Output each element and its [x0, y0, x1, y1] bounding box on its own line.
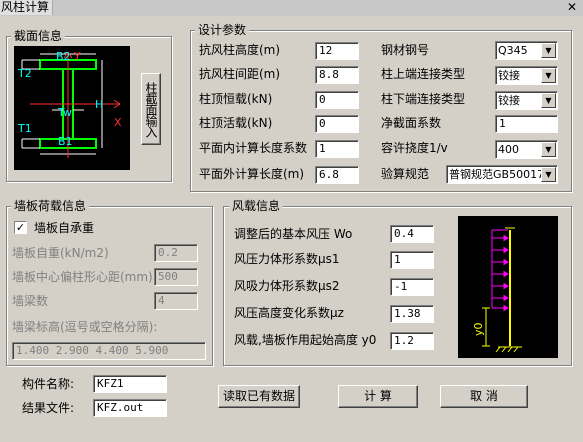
- top-connection-value: 铰接: [498, 69, 520, 82]
- chevron-down-icon[interactable]: ▼: [541, 43, 556, 58]
- column-spacing-label: 抗风柱间距(m): [199, 67, 281, 81]
- steel-grade-value: Q345: [498, 44, 528, 57]
- dim-t1: T1: [17, 122, 32, 135]
- shape-coef-suction-input[interactable]: -1: [390, 278, 434, 296]
- shape-coef-pressure-input[interactable]: 1: [390, 251, 434, 269]
- out-plane-length-label: 平面外计算长度(m): [199, 167, 305, 181]
- out-plane-length-input[interactable]: 6.8: [315, 166, 359, 184]
- member-name-label: 构件名称:: [22, 377, 75, 391]
- chevron-down-icon[interactable]: ▼: [541, 68, 556, 83]
- bottom-connection-value: 铰接: [498, 94, 520, 107]
- self-bearing-label: 墙板自承重: [34, 221, 95, 235]
- wind-pressure-label: 调整后的基本风压 Wo: [234, 227, 353, 241]
- net-section-input[interactable]: 1: [495, 115, 558, 133]
- dim-h: H: [95, 98, 103, 111]
- in-plane-length-input[interactable]: 1: [315, 140, 359, 158]
- chevron-down-icon[interactable]: ▼: [541, 167, 556, 182]
- steel-grade-select[interactable]: Q345 ▼: [495, 41, 558, 60]
- i-beam-diagram: B2 T2 Tw T1 B1 H X Y: [17, 50, 122, 158]
- section-diagram: B2 T2 Tw T1 B1 H X Y: [14, 46, 130, 170]
- start-height-input[interactable]: 1.2: [390, 332, 434, 350]
- title-bar: [0, 0, 583, 16]
- deflection-value: 400: [498, 143, 519, 156]
- top-connection-label: 柱上端连接类型: [381, 67, 466, 81]
- calculate-button[interactable]: 计 算: [338, 385, 418, 408]
- wall-beam-count-label: 墙梁数: [12, 294, 49, 308]
- shape-coef-suction-label: 风吸力体形系数μs2: [234, 279, 340, 293]
- wind-load-diagram: y0: [472, 227, 522, 353]
- result-file-input[interactable]: KFZ.out: [93, 399, 167, 417]
- dead-load-input[interactable]: 0: [315, 91, 359, 109]
- chevron-down-icon[interactable]: ▼: [541, 142, 556, 157]
- column-spacing-input[interactable]: 8.8: [315, 66, 359, 84]
- wind-diagram: y0: [458, 216, 558, 358]
- wall-beam-count-input[interactable]: 4: [154, 292, 198, 310]
- start-height-label: 风载,墙板作用起始高度 y0: [234, 333, 377, 347]
- close-icon[interactable]: ✕: [567, 0, 577, 15]
- dim-b1: B1: [58, 135, 73, 148]
- spec-select[interactable]: 普钢规范GB50017 ▼: [446, 165, 558, 184]
- column-height-label: 抗风柱高度(m): [199, 43, 281, 57]
- chevron-down-icon[interactable]: ▼: [541, 93, 556, 108]
- section-legend: 截面信息: [11, 29, 66, 43]
- result-file-label: 结果文件:: [22, 401, 75, 415]
- top-connection-select[interactable]: 铰接 ▼: [495, 66, 558, 85]
- spec-value: 普钢规范GB50017: [449, 168, 545, 181]
- wall-weight-label: 墙板自重(kN/m2): [12, 246, 109, 260]
- deflection-label: 容许挠度1/v: [381, 141, 448, 155]
- dim-t2: T2: [17, 67, 32, 80]
- y0-label: y0: [472, 322, 485, 336]
- self-bearing-checkbox[interactable]: ✓: [14, 221, 27, 234]
- axis-x: X: [114, 116, 122, 129]
- member-name-input[interactable]: KFZ1: [93, 375, 167, 393]
- window-title: 风柱计算: [0, 0, 54, 15]
- shape-coef-pressure-label: 风压力体形系数μs1: [234, 252, 340, 266]
- dim-tw: Tw: [57, 106, 72, 119]
- wind-pressure-input[interactable]: 0.4: [390, 225, 434, 243]
- wall-elev-input[interactable]: 1.400 2.900 4.400 5.900: [12, 342, 206, 360]
- wind-legend: 风载信息: [229, 199, 284, 213]
- wall-offset-label: 墙板中心偏柱形心距(mm): [12, 270, 153, 284]
- live-load-label: 柱顶活载(kN): [199, 116, 273, 130]
- wall-offset-input[interactable]: 500: [154, 268, 198, 286]
- read-data-button[interactable]: 读取已有数据: [218, 385, 300, 408]
- section-input-button[interactable]: 柱截面输入: [141, 73, 161, 145]
- wall-legend: 墙板荷载信息: [11, 199, 90, 213]
- wall-weight-input[interactable]: 0.2: [154, 244, 198, 262]
- wall-elev-label: 墙梁标高(逗号或空格分隔):: [12, 320, 158, 334]
- height-coef-input[interactable]: 1.38: [390, 305, 434, 323]
- cancel-button[interactable]: 取 消: [440, 385, 528, 408]
- bottom-connection-select[interactable]: 铰接 ▼: [495, 91, 558, 110]
- dead-load-label: 柱顶恒载(kN): [199, 92, 273, 106]
- column-height-input[interactable]: 12: [315, 42, 359, 60]
- dim-b2: B2: [56, 50, 71, 63]
- live-load-input[interactable]: 0: [315, 115, 359, 133]
- net-section-label: 净截面系数: [381, 116, 442, 130]
- height-coef-label: 风压高度变化系数μz: [234, 306, 344, 320]
- deflection-select[interactable]: 400 ▼: [495, 140, 558, 159]
- in-plane-length-label: 平面内计算长度系数: [199, 141, 308, 155]
- steel-grade-label: 钢材钢号: [381, 43, 430, 57]
- spec-label: 验算规范: [381, 167, 430, 181]
- design-legend: 设计参数: [195, 23, 250, 37]
- axis-y: Y: [73, 50, 81, 63]
- bottom-connection-label: 柱下端连接类型: [381, 92, 466, 106]
